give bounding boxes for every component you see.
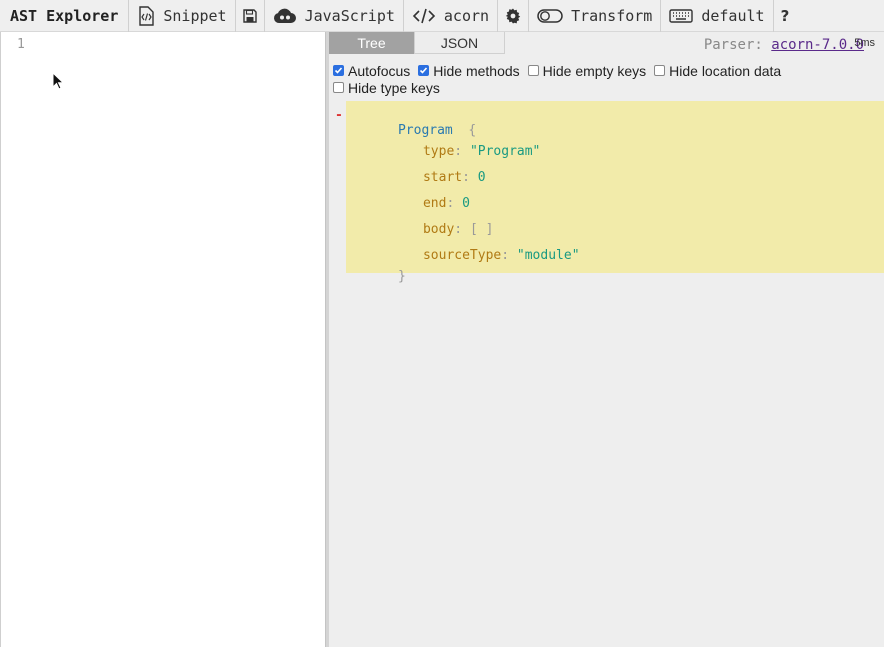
option-hide-methods[interactable]: Hide methods xyxy=(418,62,520,79)
hide-methods-checkbox[interactable] xyxy=(418,65,430,76)
option-label: Hide methods xyxy=(433,62,520,79)
ast-tree: - Program { type: "Program" start: 0 end… xyxy=(335,101,884,284)
autofocus-checkbox[interactable] xyxy=(333,65,344,76)
property-value: 0 xyxy=(477,170,486,185)
option-hide-location-data[interactable]: Hide location data xyxy=(654,62,782,79)
option-label: Autofocus xyxy=(348,62,411,79)
tree-property: sourceType: "module" xyxy=(422,248,580,263)
parser-settings-button[interactable] xyxy=(498,0,530,32)
transform-toggle-button[interactable]: Transform xyxy=(529,0,662,32)
option-hide-type-keys[interactable]: Hide type keys xyxy=(333,79,440,96)
property-value: "module" xyxy=(516,248,580,263)
toggle-icon xyxy=(537,8,563,24)
keymap-label: default xyxy=(701,6,765,25)
tab-tree[interactable]: Tree xyxy=(329,32,415,54)
cloud-icon xyxy=(273,8,297,24)
line-number: 1 xyxy=(17,37,25,52)
parser-prefix: Parser: xyxy=(703,37,763,53)
help-button[interactable]: ? xyxy=(774,0,797,32)
output-tabs: Tree JSON xyxy=(329,32,505,54)
option-hide-empty-keys[interactable]: Hide empty keys xyxy=(527,62,647,79)
option-label: Hide empty keys xyxy=(542,62,647,79)
mouse-pointer-icon xyxy=(52,71,65,94)
hide-location-data-checkbox[interactable] xyxy=(654,65,666,76)
code-file-icon xyxy=(137,5,155,26)
code-icon xyxy=(412,8,436,24)
option-autofocus[interactable]: Autofocus xyxy=(333,62,411,79)
parser-version-link[interactable]: acorn-7.0.0 xyxy=(771,37,864,53)
keyboard-icon xyxy=(669,8,694,24)
parser-info: Parser: acorn-7.0.0 xyxy=(704,37,864,53)
app-title: AST Explorer xyxy=(0,0,130,32)
option-label: Hide type keys xyxy=(348,79,440,96)
tree-options: Autofocus Hide methods Hide empty keys H… xyxy=(333,62,878,96)
snippet-label: Snippet xyxy=(163,6,227,25)
tree-node-footer: } xyxy=(351,254,406,299)
close-brace: } xyxy=(397,269,406,284)
gear-icon xyxy=(505,8,521,24)
parse-time: 5ms xyxy=(854,37,875,49)
code-editor[interactable]: 1 xyxy=(0,32,325,647)
collapse-toggle[interactable]: - xyxy=(335,108,343,123)
snippet-menu-button[interactable]: Snippet xyxy=(129,0,236,32)
toolbar: AST Explorer Snippet JavaScript acorn Tr… xyxy=(0,0,884,32)
keymap-select-button[interactable]: default xyxy=(661,0,774,32)
option-label: Hide location data xyxy=(669,62,782,79)
save-button[interactable] xyxy=(236,0,265,32)
help-icon: ? xyxy=(780,6,790,25)
language-select-button[interactable]: JavaScript xyxy=(265,0,404,32)
tab-json[interactable]: JSON xyxy=(415,32,505,54)
property-key: sourceType xyxy=(422,248,502,263)
parser-label: acorn xyxy=(443,6,490,25)
output-pane: Tree JSON Parser: acorn-7.0.0 5ms Autofo… xyxy=(329,32,884,647)
hide-type-keys-checkbox[interactable] xyxy=(333,82,344,93)
save-icon xyxy=(242,8,257,23)
transform-label: Transform xyxy=(571,6,653,25)
parser-select-button[interactable]: acorn xyxy=(404,0,499,32)
language-label: JavaScript xyxy=(304,6,395,25)
hide-empty-keys-checkbox[interactable] xyxy=(527,65,539,76)
